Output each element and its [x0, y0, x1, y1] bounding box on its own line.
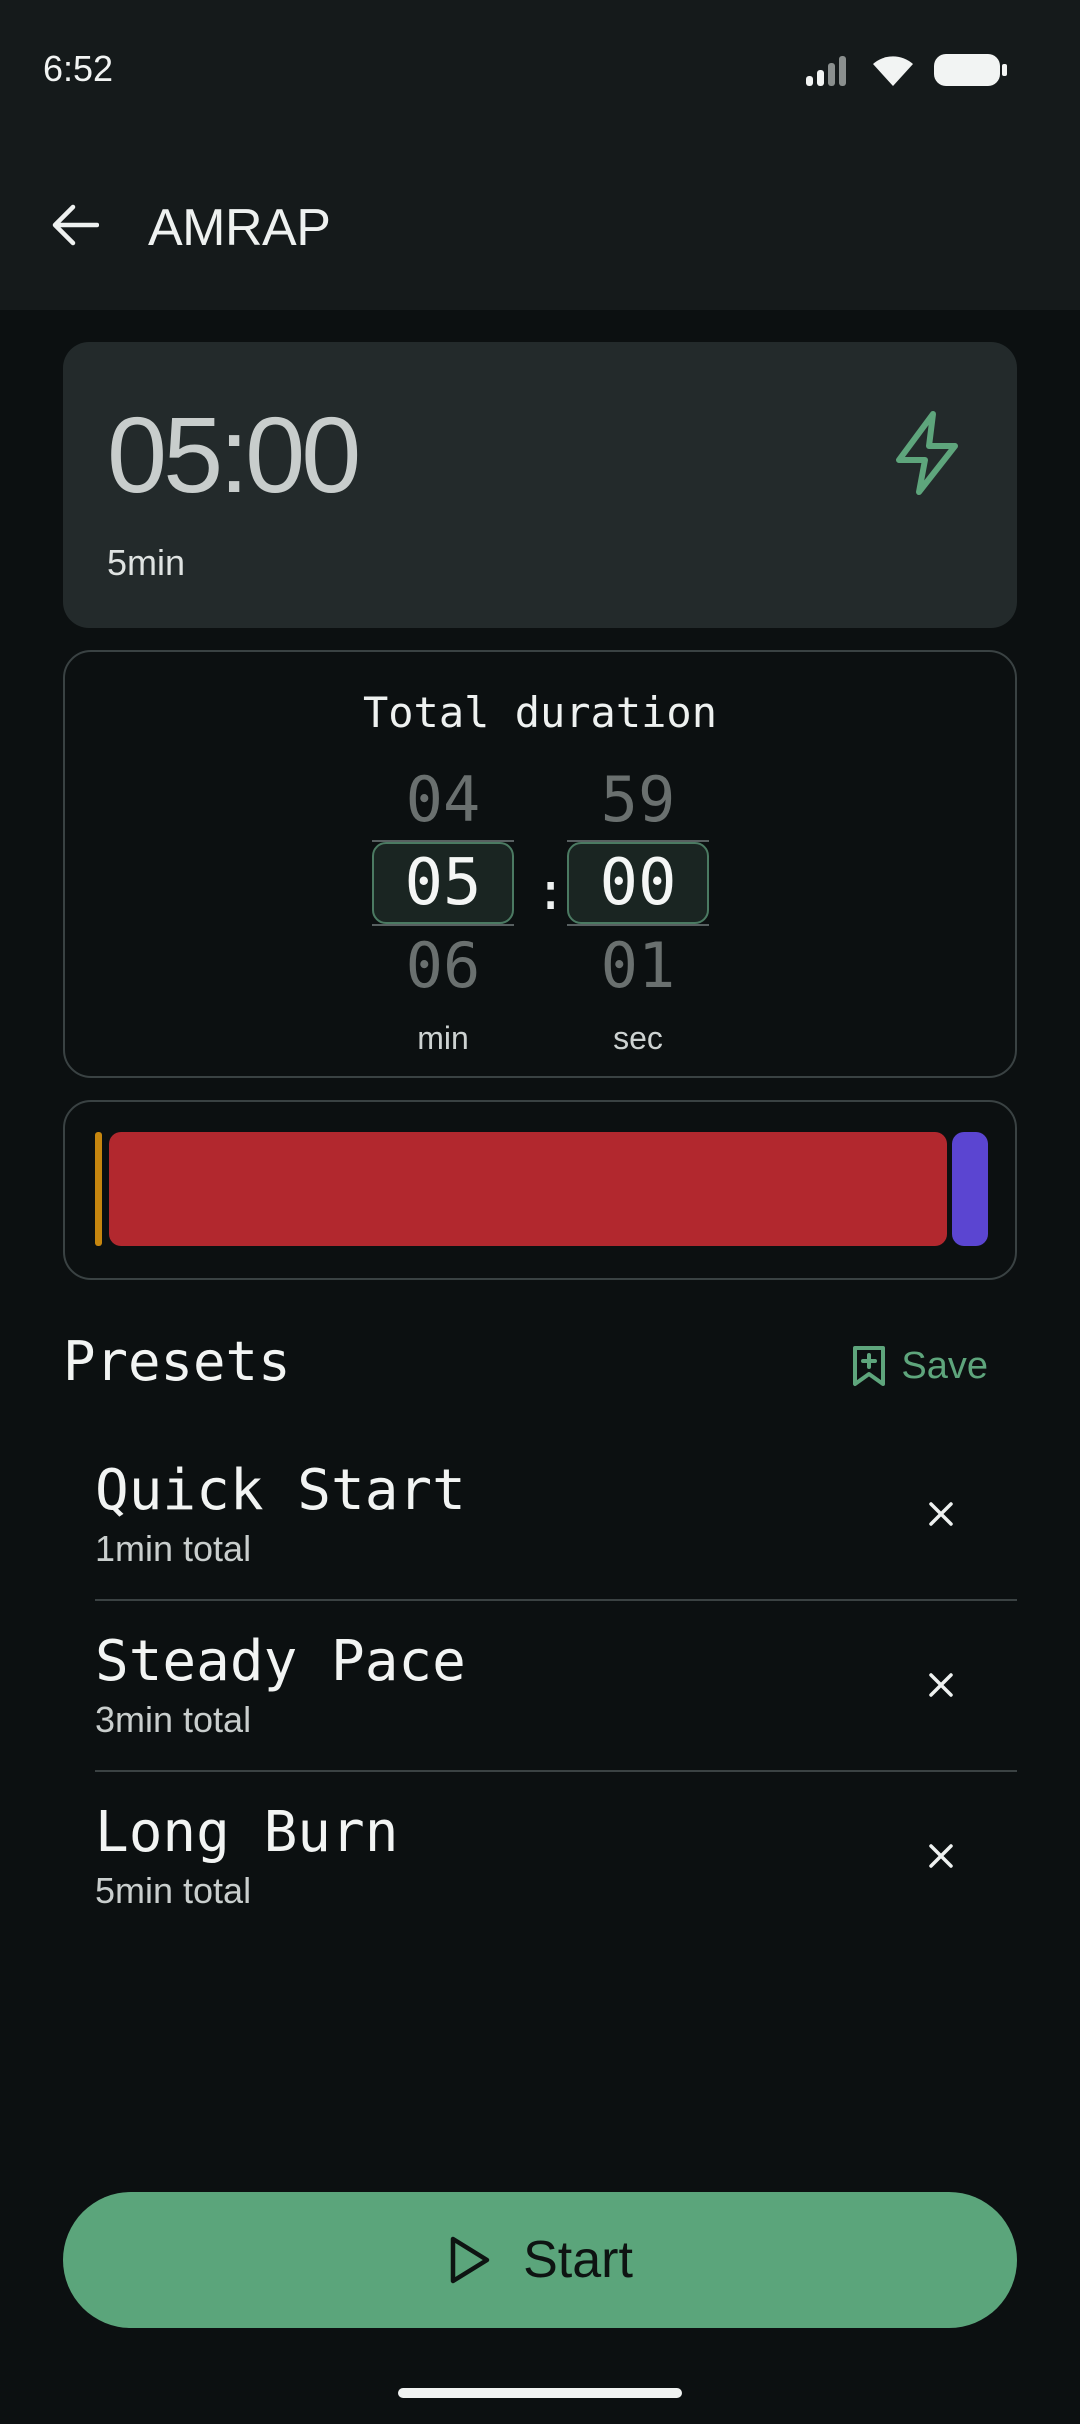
signal-icon	[806, 56, 846, 86]
back-button[interactable]	[40, 190, 110, 260]
minutes-picker[interactable]: 04 05 06 min	[372, 758, 514, 1057]
delete-preset-button[interactable]	[911, 1484, 971, 1544]
minutes-selected[interactable]: 05	[372, 842, 514, 924]
presets-heading: Presets	[63, 1330, 291, 1393]
bolt-icon	[896, 411, 958, 495]
minutes-unit: min	[417, 1020, 469, 1056]
phase-segment-cooldown	[952, 1132, 988, 1246]
picker-divider	[372, 840, 514, 842]
preset-name: Long Burn	[95, 1800, 399, 1865]
preset-item[interactable]: Long Burn 5min total	[95, 1772, 1017, 1943]
duration-picker-card: Total duration 04 05 06 min : 59 00 01 s…	[63, 650, 1017, 1078]
picker-divider	[372, 924, 514, 926]
preset-total: 1min total	[95, 1528, 252, 1569]
preset-item[interactable]: Steady Pace 3min total	[95, 1601, 1017, 1772]
preset-list: Quick Start 1min total Steady Pace 3min …	[95, 1430, 1017, 1943]
preset-item[interactable]: Quick Start 1min total	[95, 1430, 1017, 1601]
status-bar: 6:52	[0, 0, 1080, 140]
phase-segment-work	[109, 1132, 947, 1246]
seconds-unit: sec	[613, 1020, 663, 1056]
delete-preset-button[interactable]	[911, 1826, 971, 1886]
summary-time: 05:00	[107, 394, 361, 515]
seconds-prev[interactable]: 59	[567, 758, 709, 842]
save-preset-button[interactable]: Save	[851, 1338, 988, 1394]
seconds-next[interactable]: 01	[567, 924, 709, 1008]
picker-divider	[567, 924, 709, 926]
delete-preset-button[interactable]	[911, 1655, 971, 1715]
play-icon	[450, 2236, 490, 2284]
bookmark-add-icon	[853, 1346, 886, 1386]
close-icon	[929, 1844, 953, 1868]
home-indicator[interactable]	[398, 2388, 682, 2398]
status-icons	[806, 50, 1008, 90]
close-icon	[929, 1673, 953, 1697]
phase-timeline-card	[63, 1100, 1017, 1280]
app-bar: AMRAP	[0, 140, 1080, 310]
time-separator: :	[535, 862, 567, 922]
seconds-selected[interactable]: 00	[567, 842, 709, 924]
page-title: AMRAP	[148, 199, 331, 257]
arrow-back-icon	[52, 204, 99, 246]
preset-total: 5min total	[95, 1870, 252, 1911]
seconds-picker[interactable]: 59 00 01 sec	[567, 758, 709, 1057]
preset-total: 3min total	[95, 1699, 252, 1740]
duration-title: Total duration	[362, 688, 717, 737]
battery-icon	[934, 54, 1007, 86]
minutes-prev[interactable]: 04	[372, 758, 514, 842]
phase-segment-warmup	[95, 1132, 102, 1246]
save-label: Save	[901, 1344, 988, 1387]
preset-name: Steady Pace	[95, 1629, 466, 1694]
summary-duration-label: 5min	[107, 542, 186, 583]
app-screen: 6:52 AMRAP 05:00 5min Total duration 04 …	[0, 0, 1080, 2424]
start-label: Start	[523, 2231, 633, 2289]
close-icon	[929, 1502, 953, 1526]
start-button[interactable]: Start	[63, 2192, 1017, 2328]
picker-divider	[567, 840, 709, 842]
wifi-icon	[873, 56, 913, 86]
preset-name: Quick Start	[95, 1458, 466, 1523]
timer-summary-card: 05:00 5min	[63, 342, 1017, 628]
status-time: 6:52	[43, 48, 114, 89]
minutes-next[interactable]: 06	[372, 924, 514, 1008]
